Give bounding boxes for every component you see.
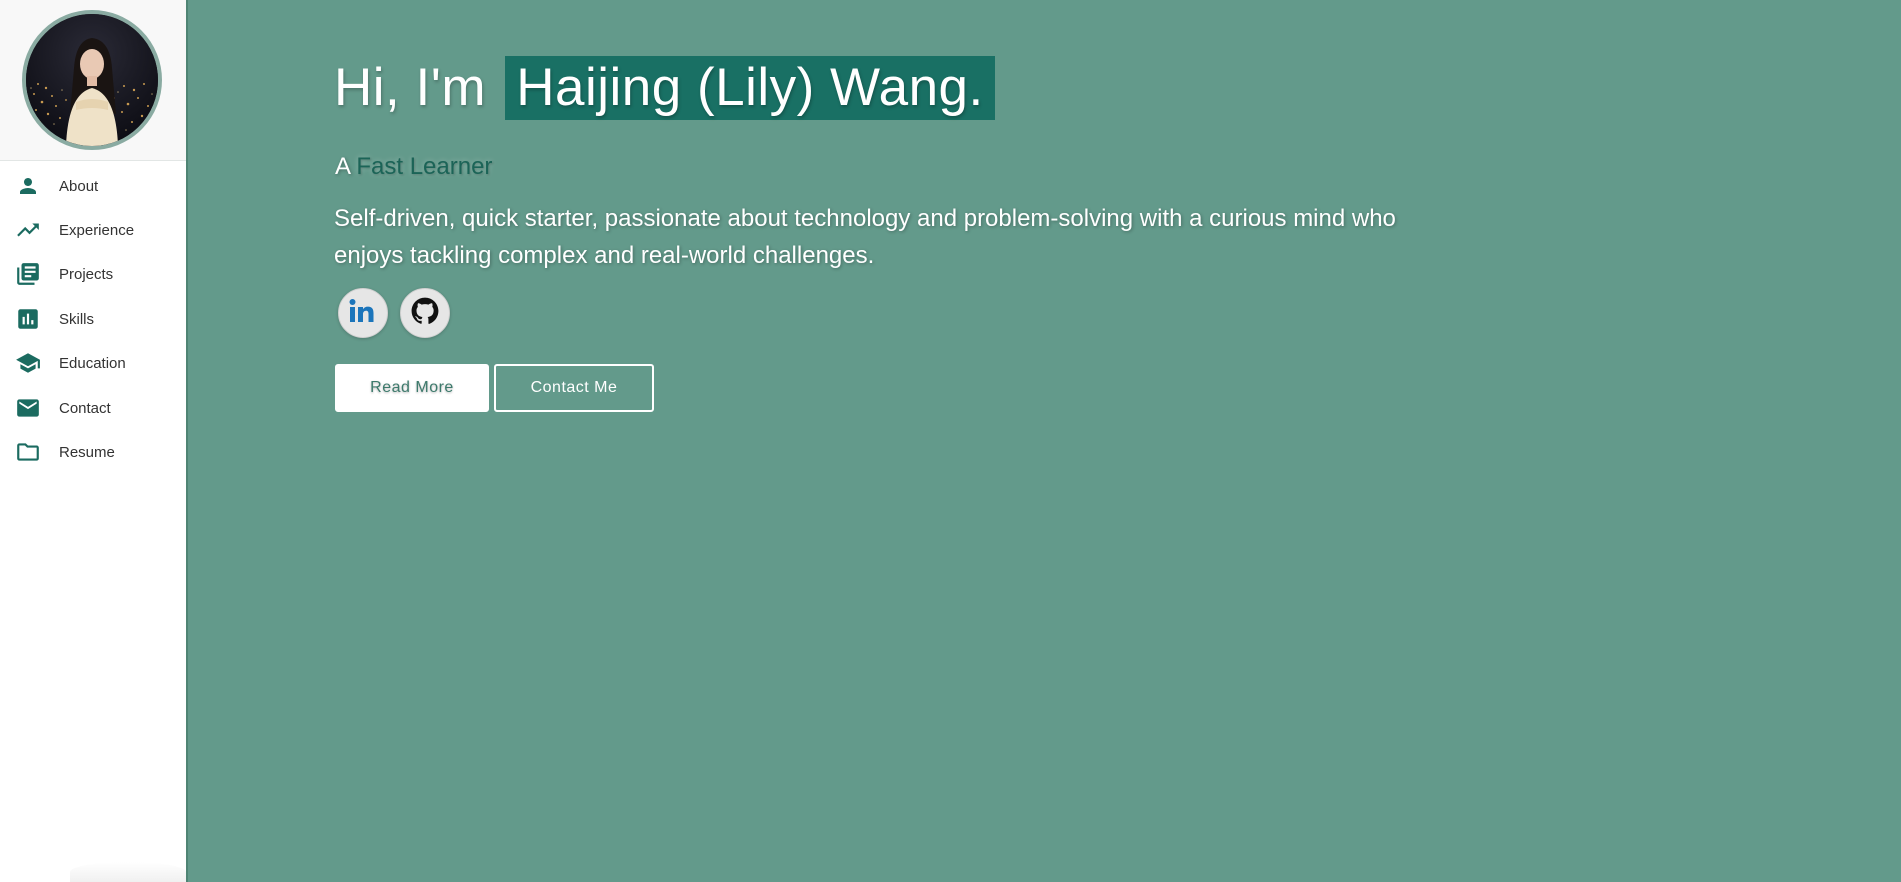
contact-me-button[interactable]: Contact Me bbox=[494, 364, 654, 412]
hero-name: Haijing (Lily) Wang. bbox=[505, 56, 995, 120]
person-icon bbox=[15, 173, 41, 199]
avatar-container bbox=[0, 0, 186, 161]
sidebar-item-label: Skills bbox=[59, 310, 95, 328]
github-icon bbox=[411, 297, 439, 330]
sidebar-item-resume[interactable]: Resume bbox=[0, 432, 186, 472]
hero-greeting: Hi, I'm bbox=[334, 58, 486, 117]
hero-title: Hi, I'm Haijing (Lily) Wang. bbox=[334, 56, 995, 120]
mail-icon bbox=[15, 395, 41, 421]
sidebar-item-label: Education bbox=[59, 354, 126, 372]
sidebar-item-label: Contact bbox=[59, 399, 111, 417]
tagline-prefix: A bbox=[335, 153, 350, 180]
sidebar-item-education[interactable]: Education bbox=[0, 343, 186, 383]
sidebar-item-skills[interactable]: Skills bbox=[0, 299, 186, 339]
folder-icon bbox=[15, 439, 41, 465]
linkedin-link[interactable] bbox=[338, 288, 388, 338]
bar-chart-icon bbox=[15, 306, 41, 332]
avatar[interactable] bbox=[22, 10, 162, 150]
sidebar-item-contact[interactable]: Contact bbox=[0, 388, 186, 428]
sidebar-item-label: Projects bbox=[59, 265, 114, 283]
read-more-button[interactable]: Read More bbox=[335, 364, 489, 412]
linkedin-icon bbox=[348, 298, 378, 329]
sidebar-item-label: Resume bbox=[59, 443, 115, 461]
library-books-icon bbox=[15, 261, 41, 287]
sidebar-item-projects[interactable]: Projects bbox=[0, 254, 186, 294]
tagline-role: Fast Learner bbox=[356, 153, 493, 180]
school-icon bbox=[15, 350, 41, 376]
sidebar-item-label: Experience bbox=[59, 221, 135, 239]
sidebar-item-label: About bbox=[59, 177, 99, 195]
trending-up-icon bbox=[15, 217, 41, 243]
sidebar-item-experience[interactable]: Experience bbox=[0, 210, 186, 250]
github-link[interactable] bbox=[400, 288, 450, 338]
sidebar: About Experience Projects Skills Educati… bbox=[0, 0, 188, 882]
sidebar-bottom-shadow bbox=[70, 862, 186, 882]
hero-tagline: A Fast Learner bbox=[335, 153, 492, 181]
sidebar-item-about[interactable]: About bbox=[0, 166, 186, 206]
hero-bio: Self-driven, quick starter, passionate a… bbox=[334, 205, 1396, 269]
